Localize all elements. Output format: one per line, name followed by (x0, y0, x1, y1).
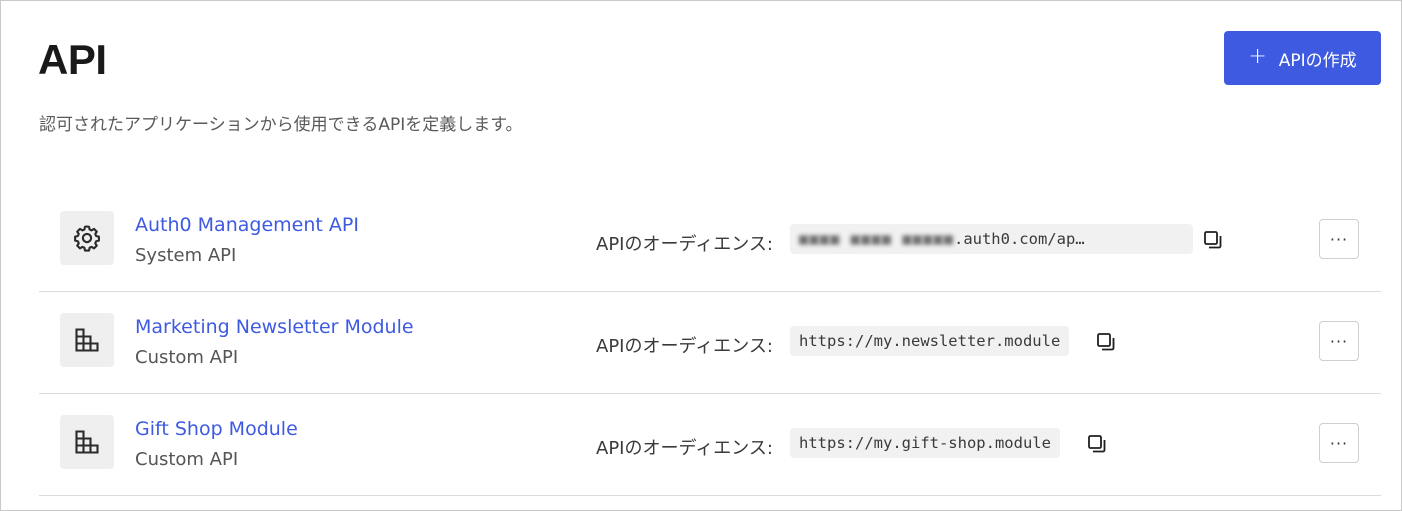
api-row: Gift Shop Module Custom API APIのオーディエンス:… (39, 394, 1381, 496)
building-icon (60, 313, 114, 367)
audience-label: APIのオーディエンス: (596, 438, 773, 459)
audience-label: APIのオーディエンス: (596, 336, 773, 357)
building-icon (60, 415, 114, 469)
api-page: API + APIの作成 認可されたアプリケーションから使用できるAPIを定義し… (0, 0, 1402, 511)
audience-value: https://my.gift-shop.module (790, 428, 1060, 458)
api-name-link[interactable]: Gift Shop Module (135, 418, 298, 440)
copy-icon[interactable] (1095, 331, 1117, 353)
api-type: Custom API (135, 449, 239, 470)
api-type: System API (135, 245, 237, 266)
more-options-button[interactable]: ··· (1319, 321, 1359, 361)
create-api-button[interactable]: + APIの作成 (1224, 31, 1381, 85)
api-row: Auth0 Management API System API APIのオーディ… (39, 190, 1381, 292)
api-name-link[interactable]: Marketing Newsletter Module (135, 316, 414, 338)
create-api-button-label: APIの作成 (1278, 50, 1357, 71)
more-options-button[interactable]: ··· (1319, 219, 1359, 259)
api-name-link[interactable]: Auth0 Management API (135, 214, 359, 236)
api-list: Auth0 Management API System API APIのオーディ… (39, 190, 1381, 496)
redacted-text: ■■■■ ■■■■ ■■■■■ (799, 230, 954, 248)
audience-value: ■■■■ ■■■■ ■■■■■.auth0.com/ap… (790, 224, 1193, 254)
api-row: Marketing Newsletter Module Custom API A… (39, 292, 1381, 394)
audience-visible-part: .auth0.com/ap… (953, 230, 1085, 248)
page-description: 認可されたアプリケーションから使用できるAPIを定義します。 (39, 115, 523, 135)
copy-icon[interactable] (1202, 229, 1224, 251)
gear-icon (60, 211, 114, 265)
api-type: Custom API (135, 347, 239, 368)
more-options-button[interactable]: ··· (1319, 423, 1359, 463)
page-title: API (38, 36, 107, 83)
copy-icon[interactable] (1086, 433, 1108, 455)
plus-icon: + (1248, 44, 1267, 69)
audience-label: APIのオーディエンス: (596, 234, 773, 255)
audience-value: https://my.newsletter.module (790, 326, 1070, 356)
